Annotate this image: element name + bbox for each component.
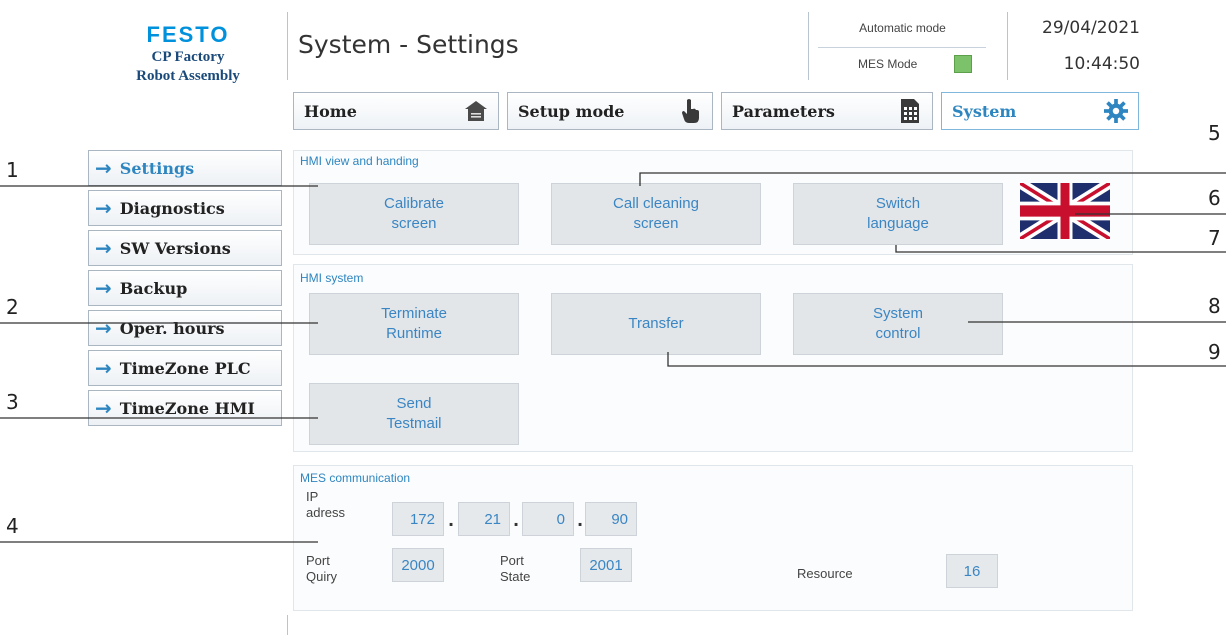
callout-3: 3 [6,390,19,414]
callout-6: 6 [1208,186,1221,210]
callout-7: 7 [1208,226,1221,250]
callout-5: 5 [1208,121,1221,145]
callout-4: 4 [6,514,19,538]
callout-1: 1 [6,158,19,182]
callout-8: 8 [1208,294,1221,318]
callout-9: 9 [1208,340,1221,364]
callout-2: 2 [6,295,19,319]
callout-lines [0,172,1226,543]
